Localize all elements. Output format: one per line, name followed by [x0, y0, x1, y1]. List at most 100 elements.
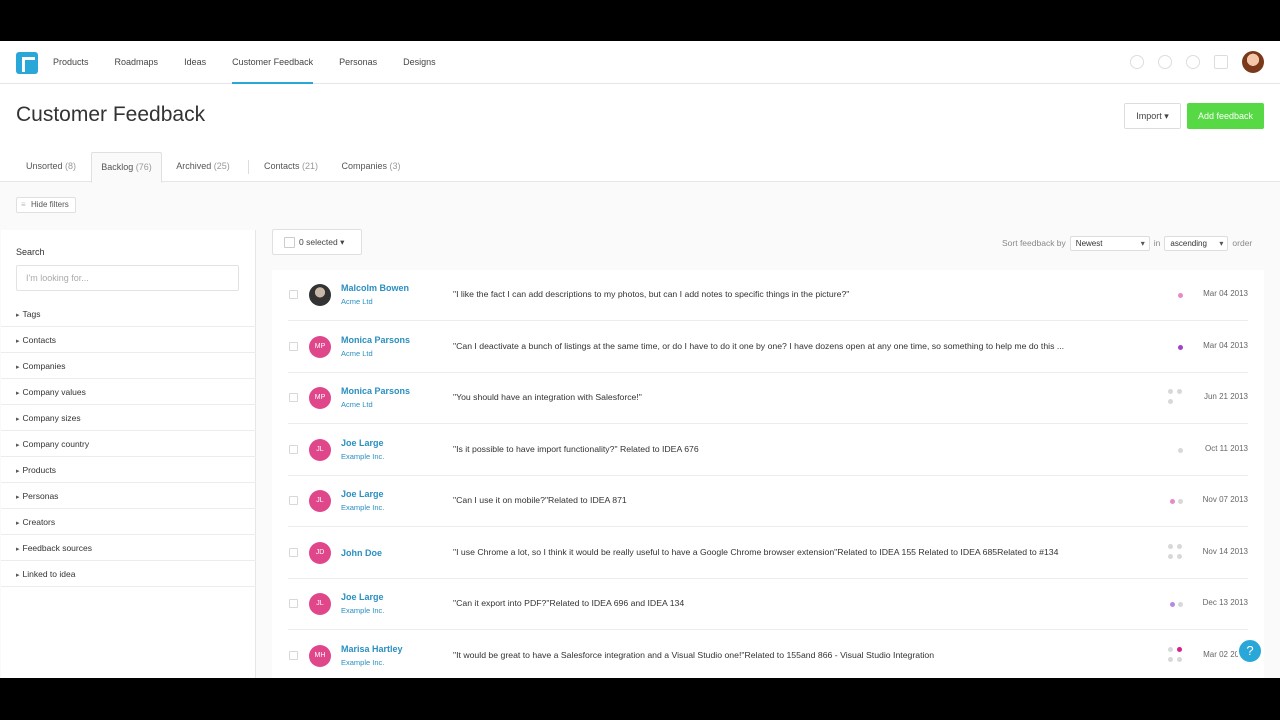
feedback-text[interactable]: "You should have an integration with Sal…	[453, 392, 1143, 402]
filter-contacts[interactable]: Contacts	[1, 327, 256, 353]
contact-avatar[interactable]: MP	[309, 387, 331, 409]
filter-company-values[interactable]: Company values	[1, 379, 256, 405]
tag-dots	[1158, 579, 1208, 630]
help-icon[interactable]: ?	[1237, 638, 1263, 664]
company-link[interactable]: Example Inc.	[341, 503, 384, 512]
tab-count: (76)	[135, 162, 152, 172]
import-button[interactable]: Import ▾	[1124, 103, 1181, 129]
tab-count: (21)	[302, 161, 319, 171]
filter-company-country[interactable]: Company country	[1, 431, 256, 457]
tab-count: (3)	[389, 161, 401, 171]
feedback-text[interactable]: "It would be great to have a Salesforce …	[453, 650, 1143, 660]
contact-name-link[interactable]: Monica Parsons	[341, 386, 410, 396]
nav-item-roadmaps[interactable]: Roadmaps	[115, 41, 159, 84]
row-checkbox[interactable]	[289, 650, 298, 660]
nav-item-customer-feedback[interactable]: Customer Feedback	[232, 41, 314, 84]
row-checkbox[interactable]	[289, 393, 298, 402]
row-checkbox[interactable]	[289, 496, 298, 505]
feedback-text[interactable]: "Is it possible to have import functiona…	[453, 444, 1143, 454]
inbox-icon[interactable]	[1214, 55, 1228, 69]
tab-unsorted[interactable]: Unsorted (8)	[16, 152, 86, 182]
contact-avatar[interactable]: JL	[309, 490, 331, 512]
lightbulb-icon[interactable]	[1158, 55, 1172, 69]
company-link[interactable]: Acme Ltd	[341, 400, 373, 409]
contact-name-link[interactable]: Marisa Hartley	[341, 644, 403, 654]
contact-name-link[interactable]: John Doe	[341, 548, 382, 558]
tab-archived[interactable]: Archived (25)	[168, 152, 238, 182]
nav-links: Products Roadmaps Ideas Customer Feedback Pe…	[53, 41, 462, 84]
search-icon[interactable]	[1130, 55, 1144, 69]
feedback-text[interactable]: "Can I deactivate a bunch of listings at…	[453, 341, 1143, 351]
add-feedback-button[interactable]: Add feedback	[1187, 103, 1264, 129]
contact-name-link[interactable]: Joe Large	[341, 438, 384, 448]
company-link[interactable]: Example Inc.	[341, 452, 384, 461]
company-link[interactable]: Example Inc.	[341, 658, 384, 667]
bulk-select-dropdown[interactable]: 0 selected ▾	[272, 229, 362, 255]
filter-companies[interactable]: Companies	[1, 353, 256, 379]
row-checkbox[interactable]	[289, 444, 298, 454]
tab-companies[interactable]: Companies (3)	[334, 152, 408, 182]
feedback-tabs: Unsorted (8) Backlog (76) Archived (25) …	[0, 152, 1280, 183]
contact-avatar[interactable]: MP	[309, 335, 331, 358]
tag-dots	[1158, 528, 1208, 579]
filter-list: TagsContactsCompaniesCompany valuesCompa…	[1, 301, 256, 587]
sort-by-select[interactable]: Newest	[1069, 235, 1150, 251]
filter-tags[interactable]: Tags	[1, 301, 256, 327]
row-checkbox[interactable]	[289, 599, 298, 608]
company-link[interactable]: Example Inc.	[341, 606, 384, 615]
search-input[interactable]	[16, 265, 239, 291]
nav-item-personas[interactable]: Personas	[339, 41, 377, 84]
user-avatar[interactable]	[1242, 51, 1264, 73]
tab-label: Backlog	[101, 162, 134, 172]
filter-creators[interactable]: Creators	[1, 509, 256, 535]
feedback-row[interactable]: JL Joe Large Example Inc. "Is it possible t…	[288, 425, 1248, 476]
filter-company-sizes[interactable]: Company sizes	[1, 405, 256, 431]
feedback-text[interactable]: "Can I use it on mobile?"Related to IDEA…	[453, 495, 1143, 505]
feedback-text[interactable]: "I like the fact I can add descriptions …	[453, 289, 1143, 299]
feedback-row[interactable]: MH Marisa Hartley Example Inc. "It would be…	[288, 631, 1248, 679]
company-link[interactable]: Acme Ltd	[341, 349, 373, 358]
nav-item-ideas[interactable]: Ideas	[184, 41, 206, 84]
contact-avatar[interactable]	[309, 284, 331, 306]
tag-dot	[1168, 553, 1173, 559]
tab-count: (8)	[65, 161, 77, 171]
feedback-row[interactable]: Malcolm Bowen Acme Ltd "I like the fact I …	[288, 270, 1248, 321]
row-checkbox[interactable]	[289, 547, 298, 557]
nav-item-designs[interactable]: Designs	[403, 41, 436, 84]
tab-backlog[interactable]: Backlog (76)	[91, 152, 162, 183]
feedback-row[interactable]: JD John Doe "I use Chrome a lot, so I thin…	[288, 528, 1248, 579]
contact-avatar[interactable]: JL	[309, 438, 331, 461]
tag-dot	[1170, 499, 1175, 504]
contact-avatar[interactable]: JD	[309, 541, 331, 564]
filter-products[interactable]: Products	[1, 457, 256, 483]
company-link[interactable]: Acme Ltd	[341, 297, 373, 306]
filter-linked-to-idea[interactable]: Linked to idea	[1, 561, 256, 587]
feedback-text[interactable]: "Can it export into PDF?"Related to IDEA…	[453, 598, 1143, 608]
tag-dot	[1178, 602, 1183, 607]
feedback-row[interactable]: JL Joe Large Example Inc. "Can I use it on …	[288, 476, 1248, 527]
feedback-row[interactable]: MP Monica Parsons Acme Ltd "You should have…	[288, 373, 1248, 424]
contact-name-link[interactable]: Joe Large	[341, 592, 384, 602]
feedback-row[interactable]: JL Joe Large Example Inc. "Can it export in…	[288, 579, 1248, 630]
tab-contacts[interactable]: Contacts (21)	[258, 152, 324, 182]
contact-name-link[interactable]: Malcolm Bowen	[341, 283, 409, 293]
tag-dot	[1170, 602, 1175, 607]
hide-filters-button[interactable]: Hide filters	[16, 197, 76, 213]
feedback-row[interactable]: MP Monica Parsons Acme Ltd "Can I deactivat…	[288, 322, 1248, 373]
contact-name-link[interactable]: Joe Large	[341, 489, 384, 499]
row-checkbox[interactable]	[289, 341, 298, 351]
logo-icon[interactable]	[16, 52, 38, 74]
row-checkbox[interactable]	[289, 290, 298, 299]
tag-dots	[1158, 270, 1208, 321]
contact-avatar[interactable]: JL	[309, 593, 331, 615]
contact-name-link[interactable]: Monica Parsons	[341, 335, 410, 345]
filter-personas[interactable]: Personas	[1, 483, 256, 509]
tag-dot	[1178, 499, 1183, 504]
feedback-text[interactable]: "I use Chrome a lot, so I think it would…	[453, 547, 1143, 557]
nav-item-products[interactable]: Products	[53, 41, 89, 84]
sort-order-select[interactable]: ascending	[1164, 235, 1229, 251]
chat-icon[interactable]	[1186, 55, 1200, 69]
filter-feedback-sources[interactable]: Feedback sources	[1, 535, 256, 561]
tag-dot	[1178, 293, 1183, 298]
contact-avatar[interactable]: MH	[309, 644, 331, 667]
